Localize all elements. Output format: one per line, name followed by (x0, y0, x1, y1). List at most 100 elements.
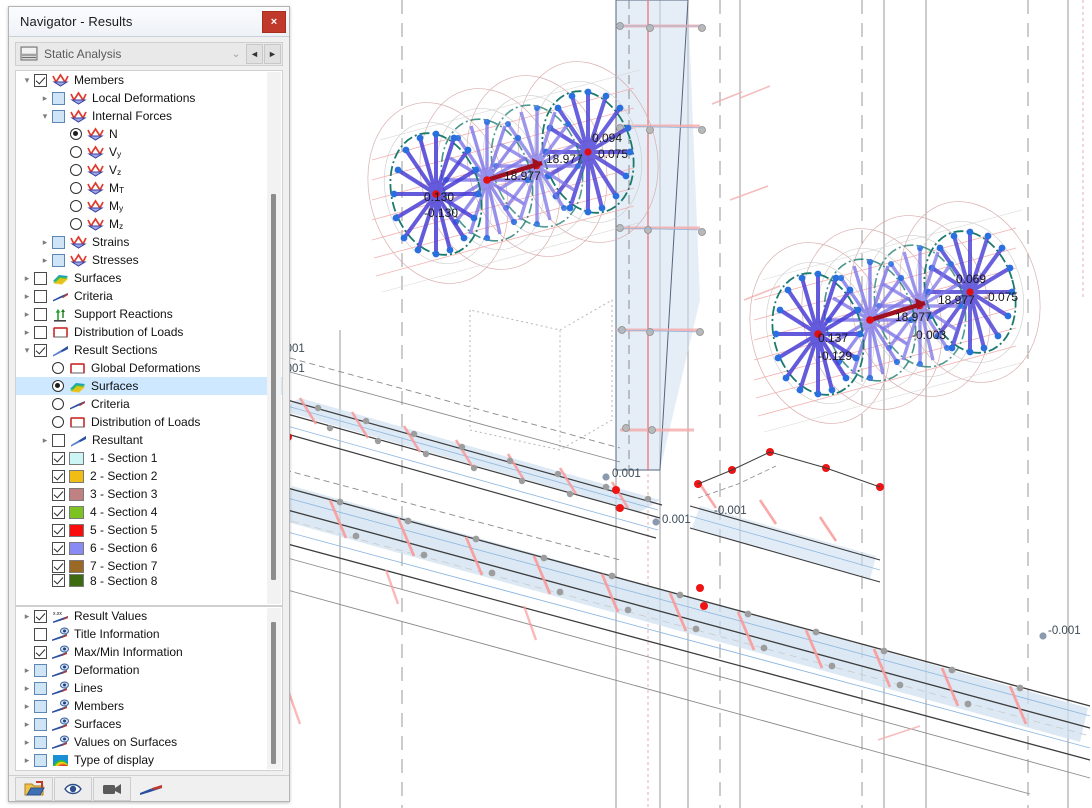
row-checkbox[interactable] (52, 452, 65, 465)
chevron-right-icon[interactable]: ▸ (38, 251, 52, 269)
chevron-right-icon[interactable]: ▸ (20, 697, 34, 715)
row-radio[interactable] (70, 128, 82, 140)
row-radio[interactable] (52, 380, 64, 392)
chevron-right-icon[interactable]: ▸ (20, 305, 34, 323)
row-checkbox[interactable] (34, 610, 47, 623)
row-checkbox[interactable] (34, 718, 47, 731)
row-checkbox[interactable] (34, 736, 47, 749)
row-radio[interactable] (52, 398, 64, 410)
tree-item-n[interactable]: N (16, 125, 282, 143)
row-checkbox[interactable] (52, 574, 65, 587)
row-radio[interactable] (70, 146, 82, 158)
tree-item-distribution-of-loads[interactable]: Distribution of Loads (16, 413, 282, 431)
tree-item-4-section-4[interactable]: 4 - Section 4 (16, 503, 282, 521)
chevron-right-icon[interactable]: ▸ (20, 751, 34, 769)
chevron-right-icon[interactable]: ▸ (20, 733, 34, 751)
chevron-down-icon[interactable]: ▾ (20, 341, 34, 359)
chevron-down-icon[interactable]: ▾ (20, 71, 34, 89)
row-checkbox[interactable] (34, 344, 47, 357)
row-checkbox[interactable] (34, 326, 47, 339)
tree-item-surfaces[interactable]: ▸Surfaces (16, 269, 282, 287)
tree-item-strains[interactable]: ▸Strains (16, 233, 282, 251)
tree-item-members[interactable]: ▸Members (16, 697, 282, 715)
row-checkbox[interactable] (34, 272, 47, 285)
tree-item-type-of-display[interactable]: ▸Type of display (16, 751, 282, 769)
row-checkbox[interactable] (52, 92, 65, 105)
tree-item-5-section-5[interactable]: 5 - Section 5 (16, 521, 282, 539)
close-button[interactable]: × (262, 11, 286, 33)
visibility-button[interactable] (54, 777, 92, 801)
chevron-right-icon[interactable]: ▸ (20, 269, 34, 287)
tree-item-8-section-8[interactable]: 8 - Section 8 (16, 575, 282, 586)
tree-item-m[interactable]: My (16, 197, 282, 215)
tree-item-deformation[interactable]: ▸Deformation (16, 661, 282, 679)
row-radio[interactable] (70, 164, 82, 176)
row-checkbox[interactable] (52, 434, 65, 447)
chevron-right-icon[interactable]: ▸ (20, 607, 34, 625)
next-button[interactable]: ► (264, 44, 281, 64)
row-checkbox[interactable] (34, 700, 47, 713)
tree-item-6-section-6[interactable]: 6 - Section 6 (16, 539, 282, 557)
row-radio[interactable] (70, 182, 82, 194)
row-checkbox[interactable] (34, 646, 47, 659)
row-checkbox[interactable] (34, 664, 47, 677)
row-radio[interactable] (52, 416, 64, 428)
tree-item-distribution-of-loads[interactable]: ▸Distribution of Loads (16, 323, 282, 341)
tree-item-local-deformations[interactable]: ▸Local Deformations (16, 89, 282, 107)
tree-item-max-min-information[interactable]: Max/Min Information (16, 643, 282, 661)
tree-item-m[interactable]: Mz (16, 215, 282, 233)
row-checkbox[interactable] (52, 488, 65, 501)
animation-button[interactable] (93, 777, 131, 801)
tree-item-internal-forces[interactable]: ▾Internal Forces (16, 107, 282, 125)
scrollbar-thumb[interactable] (271, 622, 276, 764)
tree-item-1-section-1[interactable]: 1 - Section 1 (16, 449, 282, 467)
chevron-right-icon[interactable]: ▸ (38, 431, 52, 449)
tree-item-surfaces[interactable]: ▸Surfaces (16, 715, 282, 733)
tree-item-global-deformations[interactable]: Global Deformations (16, 359, 282, 377)
chevron-right-icon[interactable]: ▸ (38, 233, 52, 251)
tree-item-values-on-surfaces[interactable]: ▸Values on Surfaces (16, 733, 282, 751)
navigator-titlebar[interactable]: Navigator - Results × (9, 7, 289, 37)
open-results-button[interactable] (15, 777, 53, 801)
tree-item-2-section-2[interactable]: 2 - Section 2 (16, 467, 282, 485)
navigator-toolbar[interactable] (9, 775, 289, 801)
row-checkbox[interactable] (34, 628, 47, 641)
results-tree-upper[interactable]: ▾Members▸Local Deformations▾Internal For… (15, 70, 283, 606)
result-diagram-button[interactable] (132, 777, 170, 801)
chevron-right-icon[interactable]: ▸ (20, 661, 34, 679)
row-checkbox[interactable] (52, 524, 65, 537)
chevron-right-icon[interactable]: ▸ (20, 679, 34, 697)
row-checkbox[interactable] (52, 254, 65, 267)
chevron-right-icon[interactable]: ▸ (20, 323, 34, 341)
tree-item-ribs-effective-contribution-on-su[interactable]: ▸Ribs - Effective Contribution on Su… (16, 769, 282, 770)
row-checkbox[interactable] (34, 308, 47, 321)
tree-item-result-sections[interactable]: ▾Result Sections (16, 341, 282, 359)
row-checkbox[interactable] (52, 110, 65, 123)
tree-item-v[interactable]: Vy (16, 143, 282, 161)
row-radio[interactable] (70, 200, 82, 212)
chevron-right-icon[interactable]: ▸ (20, 287, 34, 305)
chevron-right-icon[interactable]: ▸ (20, 769, 34, 770)
row-checkbox[interactable] (52, 506, 65, 519)
row-checkbox[interactable] (34, 682, 47, 695)
row-checkbox[interactable] (52, 470, 65, 483)
row-checkbox[interactable] (34, 290, 47, 303)
tree-lower-scrollbar[interactable] (267, 608, 281, 769)
analysis-type-combobox[interactable]: Static Analysis ⌄ ◄ ► (15, 42, 283, 66)
tree-item-result-values[interactable]: ▸x.xxResult Values (16, 607, 282, 625)
row-checkbox[interactable] (52, 236, 65, 249)
tree-item-lines[interactable]: ▸Lines (16, 679, 282, 697)
results-tree-lower[interactable]: ▸x.xxResult ValuesTitle InformationMax/M… (15, 606, 283, 771)
row-checkbox[interactable] (52, 542, 65, 555)
previous-button[interactable]: ◄ (246, 44, 263, 64)
tree-item-resultant[interactable]: ▸Resultant (16, 431, 282, 449)
tree-item-members[interactable]: ▾Members (16, 71, 282, 89)
chevron-right-icon[interactable]: ▸ (38, 89, 52, 107)
tree-item-3-section-3[interactable]: 3 - Section 3 (16, 485, 282, 503)
tree-upper-scrollbar[interactable] (267, 72, 281, 604)
tree-item-criteria[interactable]: Criteria (16, 395, 282, 413)
tree-item-support-reactions[interactable]: ▸Support Reactions (16, 305, 282, 323)
row-checkbox[interactable] (34, 754, 47, 767)
row-checkbox[interactable] (52, 560, 65, 573)
row-radio[interactable] (52, 362, 64, 374)
